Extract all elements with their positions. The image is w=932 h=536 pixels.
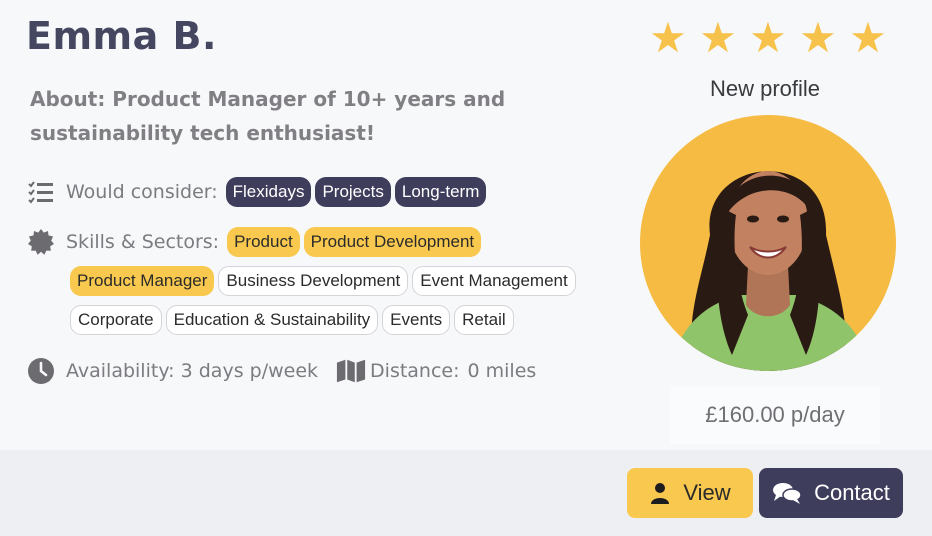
star-icon: ★ — [799, 13, 837, 62]
star-icon: ★ — [649, 13, 687, 62]
tag-events: Events — [382, 305, 451, 335]
skills-label: Skills & Sectors: — [66, 231, 220, 253]
tag-long-term: Long-term — [394, 177, 487, 207]
map-icon — [336, 356, 366, 386]
clock-icon — [26, 356, 56, 386]
tag-event-management: Event Management — [412, 266, 576, 296]
view-button[interactable]: View — [627, 468, 753, 518]
avatar — [640, 115, 896, 371]
contact-button[interactable]: Contact — [759, 468, 903, 518]
tag-projects: Projects — [315, 177, 391, 207]
profile-status: New profile — [709, 76, 821, 101]
distance-value: 0 miles — [467, 360, 537, 382]
star-icon: ★ — [699, 13, 737, 62]
skills-row: Skills & Sectors: Product Product Develo… — [26, 227, 485, 257]
profile-about: About: Product Manager of 10+ years and … — [30, 87, 506, 145]
tag-product-development: Product Development — [303, 227, 482, 257]
star-icon: ★ — [749, 13, 787, 62]
would-consider-label: Would consider: — [66, 181, 218, 203]
tag-retail: Retail — [454, 305, 514, 335]
tag-product: Product — [227, 227, 300, 257]
would-consider-row: Would consider: Flexidays Projects Long-… — [26, 177, 490, 207]
availability-row: Availability: 3 days p/week Distance: 0 … — [26, 356, 544, 386]
chat-icon — [772, 481, 802, 505]
price: £160.00 p/day — [670, 386, 880, 444]
tag-corporate: Corporate — [70, 305, 162, 335]
availability-label: Availability: 3 days p/week — [66, 360, 319, 382]
skills-line-2: Product Manager Business Development Eve… — [70, 266, 580, 296]
rating-stars: ★ ★ ★ ★ ★ — [643, 16, 893, 60]
contact-button-label: Contact — [814, 480, 890, 505]
profile-name: Emma B. — [26, 14, 217, 58]
star-icon: ★ — [849, 13, 887, 62]
checklist-icon — [26, 177, 56, 207]
tag-product-manager: Product Manager — [70, 266, 215, 296]
profile-card: Emma B. About: Product Manager of 10+ ye… — [0, 0, 932, 450]
distance-label: Distance: — [370, 360, 460, 382]
tag-flexidays: Flexidays — [225, 177, 312, 207]
tag-education-sustainability: Education & Sustainability — [165, 305, 379, 335]
badge-icon — [26, 227, 56, 257]
skills-line-3: Corporate Education & Sustainability Eve… — [70, 305, 518, 335]
tag-business-development: Business Development — [218, 266, 409, 296]
user-icon — [649, 482, 671, 504]
view-button-label: View — [683, 480, 731, 505]
